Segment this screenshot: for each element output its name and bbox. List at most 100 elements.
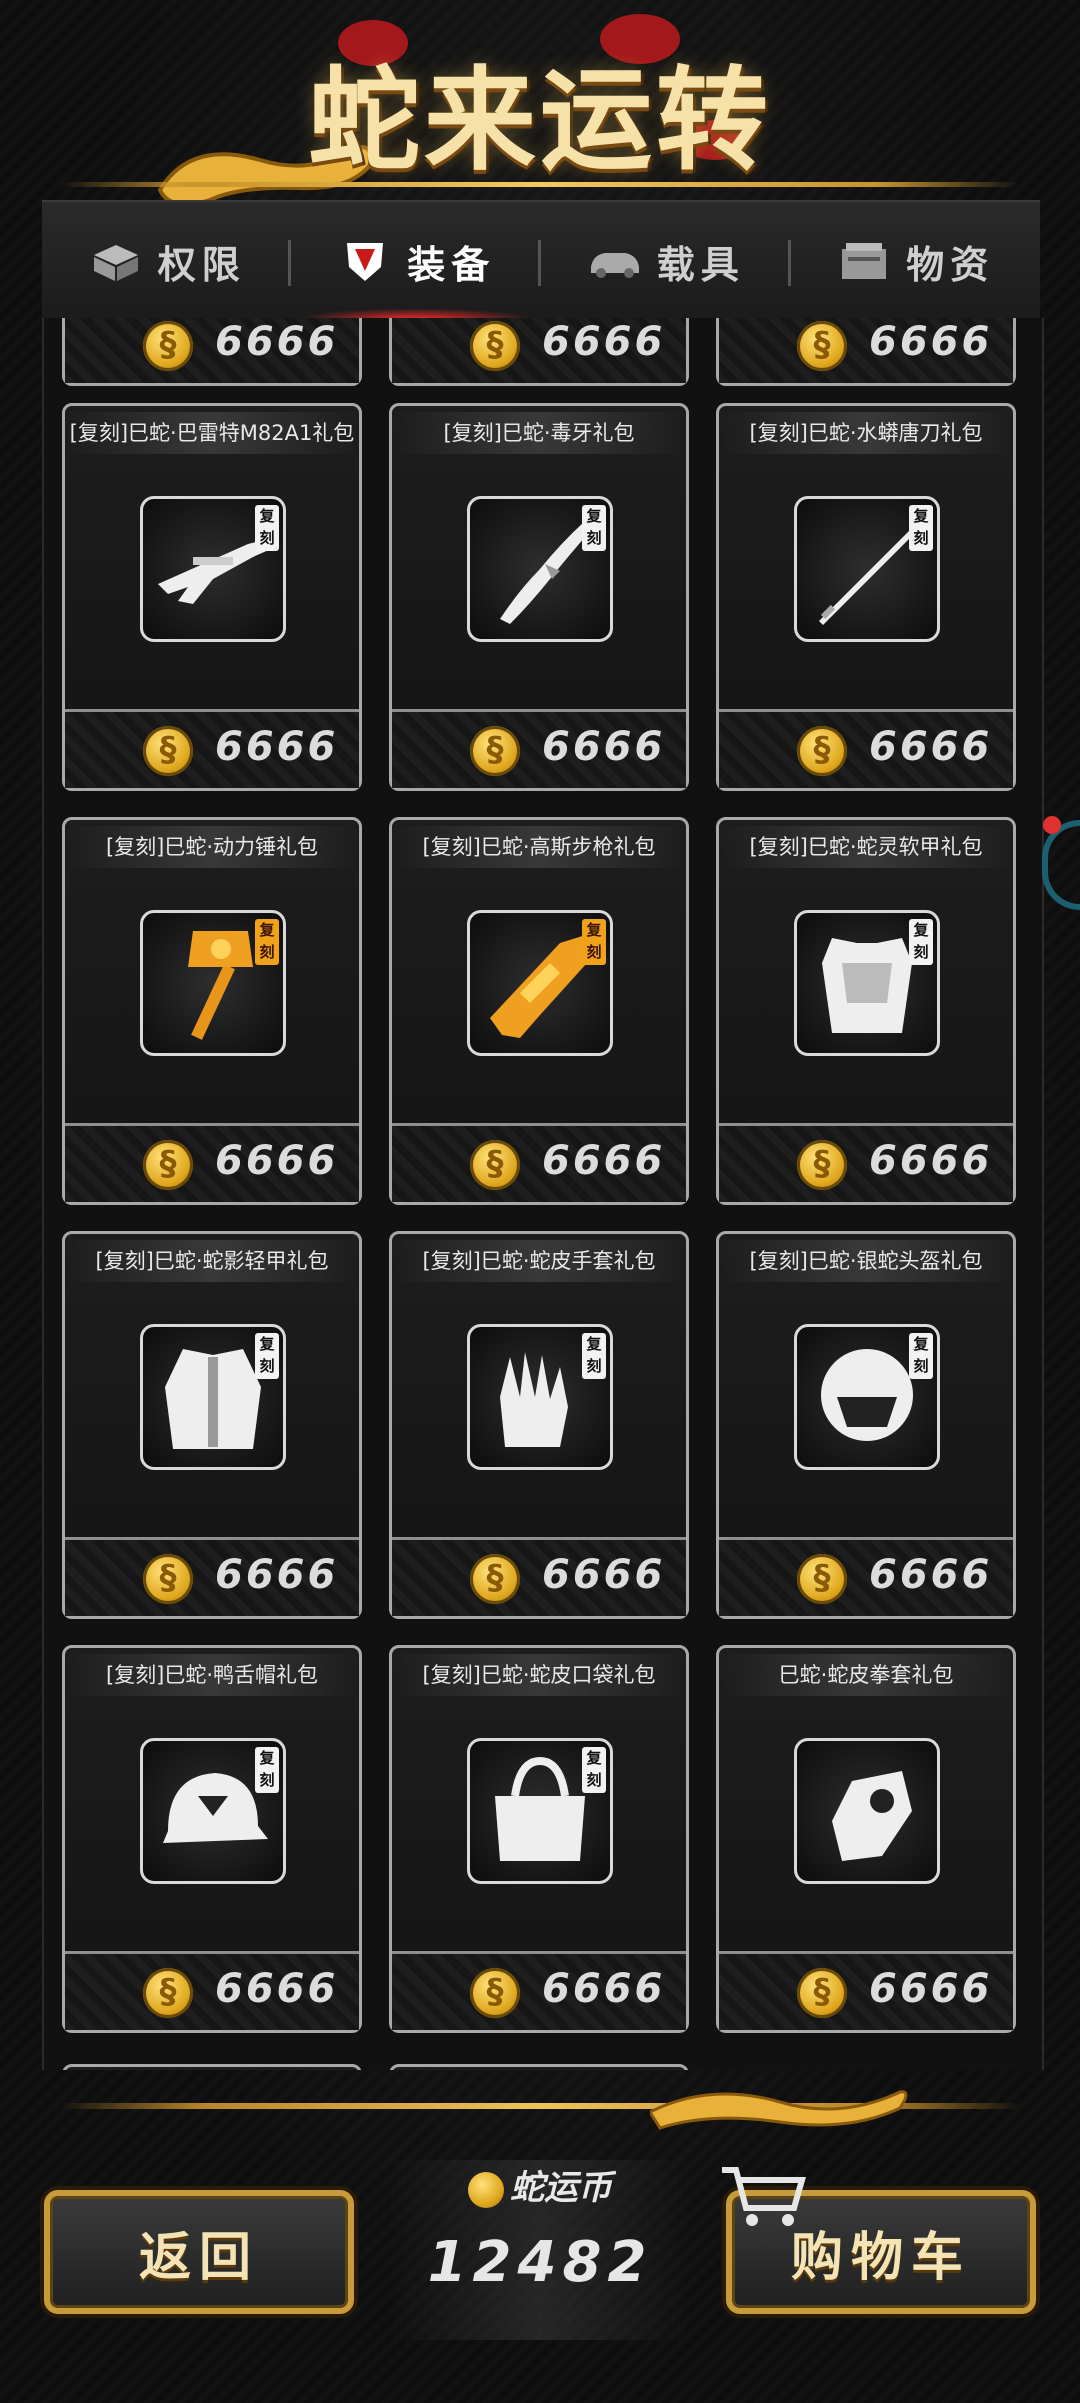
item-name: [复刻]巳蛇·高斯步枪礼包	[392, 826, 686, 868]
golden-snake-tail-icon	[650, 2090, 908, 2130]
tab-separator	[788, 240, 791, 286]
item-icon-frame: 复 刻	[140, 1324, 286, 1470]
item-name: [复刻]巳蛇·毒牙礼包	[392, 412, 686, 454]
shopping-cart-icon	[722, 2167, 806, 2226]
item-price: 6666	[215, 1138, 339, 1184]
item-card-partial[interactable]: 6666	[62, 318, 362, 386]
item-card[interactable]: [复刻]巳蛇·蛇灵软甲礼包复 刻 6666	[716, 817, 1016, 1205]
item-icon-frame: 复 刻	[794, 496, 940, 642]
item-card[interactable]: 巳蛇·蛇皮拳套礼包 6666	[716, 1645, 1016, 2033]
item-name: [复刻]巳蛇·巴雷特M82A1礼包	[65, 412, 359, 454]
item-price: 6666	[215, 1966, 339, 2012]
item-price: 6666	[215, 319, 339, 365]
item-price: 6666	[869, 1552, 993, 1598]
shield-icon	[347, 243, 384, 281]
page-title: 蛇来运转	[308, 55, 772, 186]
price-bar: 6666	[392, 1537, 686, 1616]
item-card-partial[interactable]: 6666	[389, 318, 689, 386]
coin-icon	[470, 1554, 520, 1604]
item-card[interactable]: [复刻]巳蛇·高斯步枪礼包复 刻 6666	[389, 817, 689, 1205]
crate-icon	[842, 243, 887, 279]
item-price: 6666	[215, 724, 339, 770]
coin-icon	[470, 726, 520, 776]
item-card[interactable]: [复刻]巳蛇·蛇影轻甲礼包复 刻 6666	[62, 1231, 362, 1619]
item-card[interactable]: [复刻]巳蛇·巴雷特M82A1礼包复 刻 6666	[62, 403, 362, 791]
coin-icon	[143, 726, 193, 776]
item-price: 6666	[542, 319, 666, 365]
coin-icon	[797, 726, 847, 776]
item-card[interactable]: [复刻]巳蛇·鸭舌帽礼包复 刻 6666	[62, 1645, 362, 2033]
item-card[interactable]: [复刻]巳蛇·动力锤礼包复 刻 6666	[62, 817, 362, 1205]
tab-label: 权限	[157, 242, 246, 287]
tab-label: 载具	[656, 242, 745, 287]
item-card[interactable]: [复刻]巳蛇·蛇皮口袋礼包复 刻 6666	[389, 1645, 689, 2033]
item-price: 6666	[869, 319, 993, 365]
coin-icon	[143, 1968, 193, 2018]
price-bar: 6666	[719, 709, 1013, 788]
item-grid: 6666 6666 6666 [复刻]巳蛇·巴雷特M82A1礼包复 刻6666[…	[42, 318, 1044, 2070]
item-price: 6666	[542, 724, 666, 770]
item-card[interactable]: [复刻]巳蛇·银蛇头盔礼包复 刻 6666	[716, 1231, 1016, 1619]
coin-icon	[470, 321, 520, 371]
reissue-tag: 复 刻	[909, 919, 933, 965]
item-name: [复刻]巳蛇·动力锤礼包	[65, 826, 359, 868]
coin-icon	[143, 1554, 193, 1604]
reissue-tag: 复 刻	[582, 1747, 606, 1793]
reissue-tag: 复 刻	[255, 1747, 279, 1793]
gift-box-icon	[93, 245, 138, 281]
price-bar: 6666	[719, 1537, 1013, 1616]
item-price: 6666	[542, 1552, 666, 1598]
item-card[interactable]: [复刻]巳蛇·水蟒唐刀礼包复 刻 6666	[716, 403, 1016, 791]
currency-display: 蛇运币 12482	[390, 2160, 690, 2340]
coin-icon	[470, 1968, 520, 2018]
tab-separator	[538, 240, 541, 286]
currency-label-row: 蛇运币	[390, 2160, 690, 2209]
title-banner: 蛇来运转	[0, 0, 1080, 207]
price-bar: 6666	[392, 318, 686, 383]
price-bar: 6666	[65, 318, 359, 383]
fist-icon	[832, 1771, 912, 1861]
item-icon-frame: 复 刻	[467, 910, 613, 1056]
reissue-tag: 复 刻	[909, 1333, 933, 1379]
item-card[interactable]: [复刻]巳蛇·蛇皮手套礼包复 刻 6666	[389, 1231, 689, 1619]
item-card[interactable]: [复刻]巳蛇·毒牙礼包复 刻 6666	[389, 403, 689, 791]
price-bar: 6666	[719, 1951, 1013, 2030]
item-name: 巳蛇·蛇皮拳套礼包	[719, 1654, 1013, 1696]
category-tabs: 权限 装备 载具 物资	[42, 200, 1040, 320]
coin-icon	[468, 2171, 504, 2208]
item-price: 6666	[869, 1966, 993, 2012]
tab-vehicles[interactable]: 载具	[541, 202, 791, 320]
price-bar: 6666	[65, 1123, 359, 1202]
tab-supplies[interactable]: 物资	[791, 202, 1041, 320]
item-price: 6666	[542, 1966, 666, 2012]
coin-icon	[797, 1554, 847, 1604]
tab-permissions[interactable]: 权限	[42, 202, 292, 320]
price-bar: 6666	[65, 709, 359, 788]
item-icon-frame: 复 刻	[794, 1324, 940, 1470]
back-button[interactable]: 返回	[44, 2190, 354, 2314]
item-icon-frame: 复 刻	[140, 496, 286, 642]
item-name: [复刻]巳蛇·水蟒唐刀礼包	[719, 412, 1013, 454]
item-card-partial[interactable]: 6666	[716, 318, 1016, 386]
reissue-tag: 复 刻	[255, 919, 279, 965]
price-bar: 6666	[719, 1123, 1013, 1202]
coin-icon	[143, 321, 193, 371]
reissue-tag: 复 刻	[255, 505, 279, 551]
item-icon-frame: 复 刻	[140, 1738, 286, 1884]
item-name: [复刻]巳蛇·蛇皮手套礼包	[392, 1240, 686, 1282]
item-price: 6666	[869, 724, 993, 770]
item-card-partial[interactable]	[62, 2064, 362, 2070]
coin-icon	[470, 1140, 520, 1190]
item-icon-frame: 复 刻	[140, 910, 286, 1056]
coin-icon	[797, 1968, 847, 2018]
currency-value: 12482	[427, 2230, 653, 2295]
currency-label: 蛇运币	[510, 2168, 612, 2208]
cart-button[interactable]: 购物车	[722, 2167, 1036, 2314]
notification-dot	[1043, 816, 1061, 834]
item-card-partial[interactable]	[389, 2064, 689, 2070]
tab-equipment[interactable]: 装备	[292, 202, 542, 320]
item-price: 6666	[542, 1138, 666, 1184]
title-divider	[60, 182, 1020, 187]
cart-button-label: 购物车	[790, 2227, 971, 2288]
back-button-label: 返回	[138, 2227, 259, 2288]
